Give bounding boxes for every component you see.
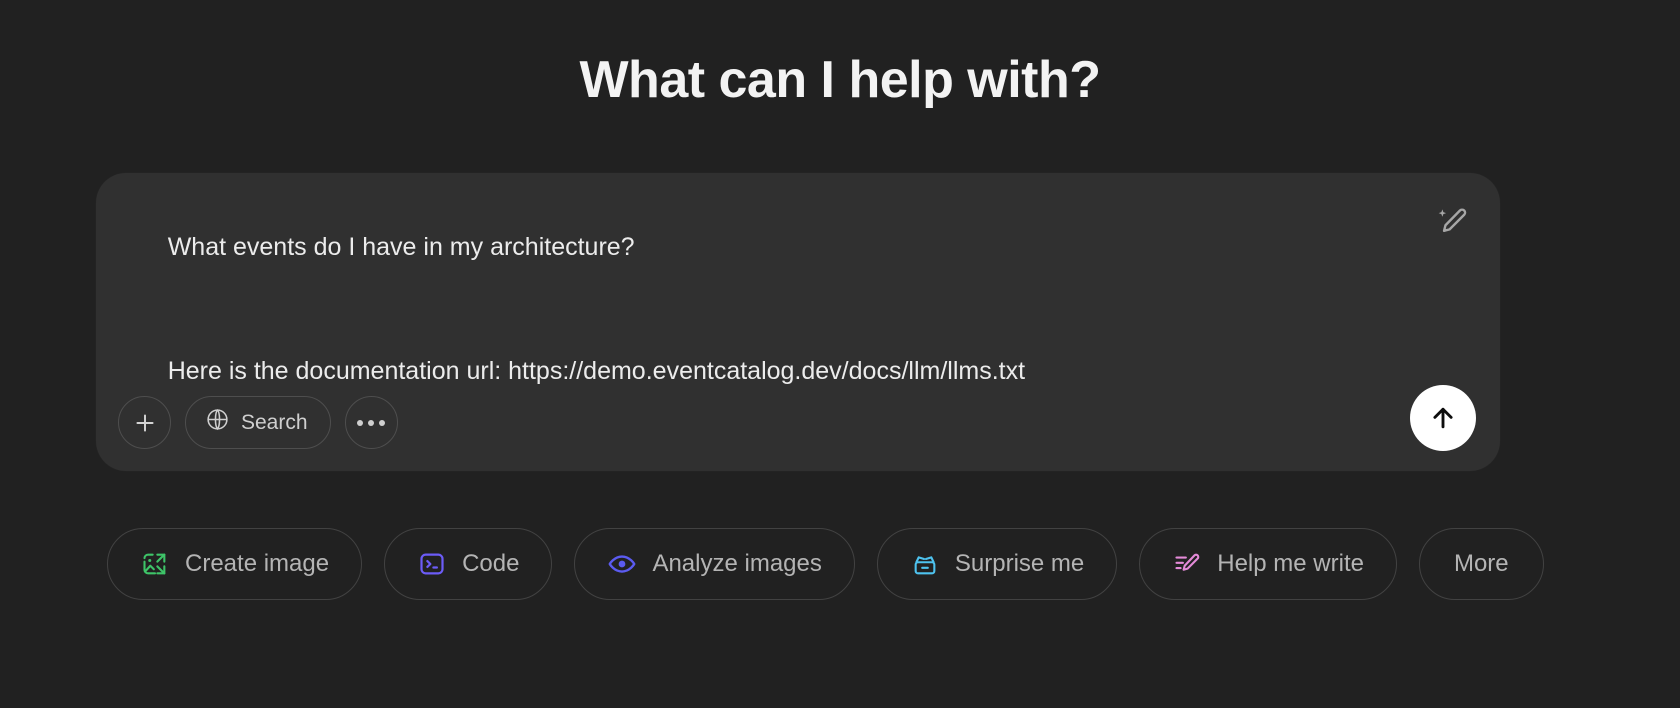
chat-landing-page: What can I help with? What events do I h… (0, 0, 1680, 708)
composer-input[interactable]: What events do I have in my architecture… (126, 199, 1390, 419)
composer-toolbar: Search (118, 396, 398, 449)
message-composer[interactable]: What events do I have in my architecture… (96, 173, 1500, 471)
send-button[interactable] (1410, 385, 1476, 451)
chip-surprise-me[interactable]: Surprise me (876, 528, 1118, 600)
eye-icon (607, 549, 637, 579)
search-tool-label: Search (241, 410, 308, 434)
composer-line-break (126, 295, 1390, 323)
page-title: What can I help with? (579, 51, 1101, 109)
chip-label: Analyze images (652, 550, 822, 577)
composer-message-line-2: Here is the documentation url: https://d… (167, 357, 1026, 385)
more-tools-button[interactable] (344, 396, 398, 449)
attach-plus-button[interactable] (118, 396, 171, 449)
image-shuffle-icon (140, 549, 170, 579)
globe-icon (205, 407, 230, 438)
chip-more[interactable]: More (1418, 528, 1544, 600)
chip-label: Code (462, 550, 520, 577)
chip-create-image[interactable]: Create image (107, 528, 363, 600)
terminal-icon (417, 549, 447, 579)
suggestion-chip-list: Create image Code Analyze images Surpris… (107, 528, 1544, 600)
chip-label: Help me write (1217, 550, 1364, 577)
search-tool-button[interactable]: Search (185, 396, 331, 449)
gift-box-icon (910, 549, 940, 579)
chip-label: Create image (185, 550, 330, 577)
chip-analyze-images[interactable]: Analyze images (574, 528, 855, 600)
pencil-lines-icon (1172, 549, 1202, 579)
chip-label: More (1453, 550, 1509, 577)
chip-code[interactable]: Code (384, 528, 553, 600)
sparkle-pencil-icon[interactable] (1431, 201, 1473, 243)
chip-help-me-write[interactable]: Help me write (1139, 528, 1397, 600)
ellipsis-icon (357, 419, 386, 426)
composer-message-line-1: What events do I have in my architecture… (167, 233, 635, 261)
chip-label: Surprise me (954, 550, 1085, 577)
